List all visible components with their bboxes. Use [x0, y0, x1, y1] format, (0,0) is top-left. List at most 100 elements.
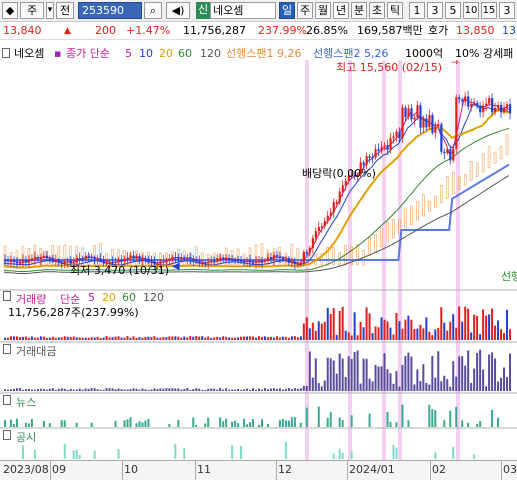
- volume-collapse-icon[interactable]: [3, 291, 11, 301]
- volume-bar: [353, 312, 356, 340]
- news-bar: [368, 413, 371, 427]
- amount-bar: [81, 389, 84, 391]
- interval-5[interactable]: 5: [445, 2, 461, 19]
- amount-bar: [260, 389, 263, 391]
- disclosure-bar: [78, 454, 81, 459]
- news-bar: [135, 423, 138, 427]
- stock-name-field[interactable]: 네오셈: [210, 2, 276, 19]
- volume-bar: [234, 337, 237, 340]
- amount-bar: [494, 358, 497, 391]
- news-bar: [266, 424, 269, 427]
- volume-bar: [371, 333, 374, 340]
- volume-ma5[interactable]: 5: [88, 291, 95, 304]
- volume-bar: [141, 337, 144, 340]
- candle-body: [392, 136, 395, 139]
- period-day[interactable]: 일: [279, 2, 295, 19]
- amount-bar: [347, 356, 350, 391]
- amount-label[interactable]: 거래대금: [16, 343, 56, 359]
- interval-1[interactable]: 1: [409, 2, 425, 19]
- amount-bar: [380, 366, 383, 391]
- volume-bar: [500, 329, 503, 340]
- amount-bar: [258, 388, 260, 391]
- news-bar: [260, 419, 263, 427]
- amount-bar: [326, 357, 329, 391]
- amount-bar: [356, 350, 359, 391]
- volume-ma20[interactable]: 20: [102, 291, 116, 304]
- interval-30[interactable]: 3: [499, 2, 515, 19]
- volume-ma120[interactable]: 120: [143, 291, 164, 304]
- amount-bar: [434, 377, 437, 391]
- candle-body: [422, 118, 425, 128]
- amount-bar: [33, 389, 36, 391]
- quote-label: 호가: [428, 24, 449, 37]
- interval-3[interactable]: 3: [427, 2, 443, 19]
- volume-bar: [51, 336, 54, 340]
- period-second[interactable]: 초: [369, 2, 385, 19]
- volume-bar: [135, 337, 138, 340]
- chart-menu-icon[interactable]: ◆: [2, 2, 18, 19]
- volume-bar: [434, 329, 437, 340]
- news-bar: [177, 419, 180, 427]
- speaker-icon[interactable]: ◀): [166, 2, 190, 19]
- candle-body: [225, 258, 228, 261]
- amount-bar: [48, 388, 51, 391]
- period-week[interactable]: 주: [297, 2, 313, 19]
- candle-body: [99, 258, 102, 261]
- news-bar: [138, 421, 141, 427]
- cloud-bar: [416, 201, 419, 221]
- volume-ma60[interactable]: 60: [122, 291, 136, 304]
- prev-button[interactable]: 전: [56, 2, 74, 19]
- interval-15[interactable]: 15: [481, 2, 497, 19]
- interval-10[interactable]: 10: [463, 2, 479, 19]
- shin-badge[interactable]: 신: [196, 2, 210, 19]
- amount-bar: [308, 351, 311, 391]
- amount-bar: [135, 388, 138, 391]
- volume-bar: [192, 336, 195, 340]
- price-change-pct: +1.47%: [126, 24, 171, 37]
- candle-body: [123, 258, 126, 262]
- volume-bar: [299, 336, 302, 340]
- disclosure-bar: [392, 445, 395, 459]
- collapse-icon[interactable]: [2, 48, 10, 58]
- disclosure-collapse-icon[interactable]: [3, 430, 11, 440]
- period-tick[interactable]: 틱: [387, 2, 403, 19]
- volume-bar: [503, 332, 506, 340]
- disclosure-bar: [117, 449, 120, 459]
- candle-body: [299, 262, 303, 265]
- volume-bar: [338, 311, 341, 340]
- candle-body: [45, 255, 49, 259]
- amount-bar: [105, 388, 108, 391]
- amount-collapse-icon[interactable]: [3, 344, 11, 354]
- disclosure-label[interactable]: 공시: [16, 429, 36, 445]
- amount-bar: [54, 389, 57, 391]
- amount-bar: [27, 388, 30, 391]
- x-tick: 03: [503, 463, 517, 476]
- candle-body: [27, 260, 31, 263]
- stock-code-input[interactable]: 253590: [78, 2, 142, 19]
- volume-bar: [198, 336, 201, 340]
- news-collapse-icon[interactable]: [3, 395, 11, 405]
- mode-select[interactable]: 주: [20, 2, 44, 19]
- mode-dropdown-icon[interactable]: ▾: [46, 2, 54, 19]
- leading-span2-line: [4, 163, 510, 261]
- volume-bar: [255, 337, 258, 340]
- candle-body: [174, 256, 177, 259]
- period-month[interactable]: 월: [315, 2, 331, 19]
- period-minute[interactable]: 분: [351, 2, 367, 19]
- search-icon[interactable]: ⌕: [144, 2, 162, 19]
- amount-bar: [284, 388, 287, 391]
- news-bar: [401, 404, 404, 427]
- chart-canvas[interactable]: [0, 60, 517, 460]
- period-year[interactable]: 년: [333, 2, 349, 19]
- amount-bar: [126, 389, 129, 391]
- candle-body: [275, 255, 279, 257]
- amount-bar: [141, 388, 144, 391]
- news-label[interactable]: 뉴스: [16, 394, 36, 410]
- amount-bar: [72, 389, 75, 391]
- news-bar: [455, 406, 458, 427]
- candle-body: [141, 258, 144, 261]
- volume-bar: [404, 319, 407, 340]
- volume-bar: [117, 336, 120, 340]
- amount-bar: [186, 388, 189, 391]
- volume-bar: [210, 337, 213, 340]
